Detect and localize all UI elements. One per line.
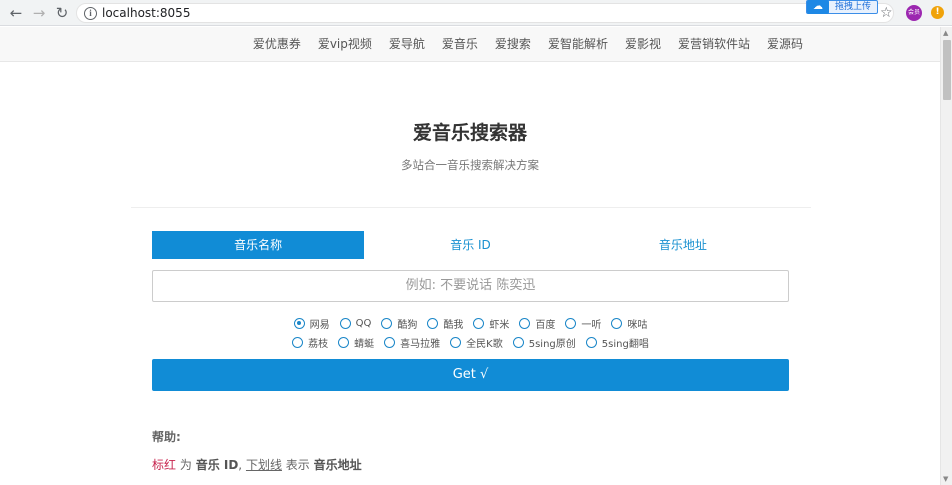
help-comma: ,: [238, 458, 243, 472]
source-radio-label: 一听: [581, 320, 602, 331]
site-navbar: 爱优惠券 爱vip视频 爱导航 爱音乐 爱搜索 爱智能解析 爱影视 爱营销软件站 爱源码: [0, 27, 940, 62]
source-radio[interactable]: 咪咕: [611, 316, 647, 331]
help-means: 表示: [285, 458, 310, 472]
scrollbar-thumb[interactable]: [943, 40, 951, 100]
source-radio-label: 酷狗: [397, 320, 418, 331]
search-mode-tabs: 音乐名称 音乐 ID 音乐地址: [152, 231, 789, 259]
nav-item[interactable]: 爱导航: [389, 27, 425, 62]
nav-item[interactable]: 爱智能解析: [548, 27, 608, 62]
divider: [131, 207, 811, 208]
source-radio-label: QQ: [355, 318, 372, 329]
source-radio-label: 喜马拉雅: [400, 339, 441, 350]
source-radio[interactable]: 蜻蜓: [338, 335, 374, 350]
source-radio-label: 酷我: [443, 320, 464, 331]
radio-circle-icon[interactable]: [427, 318, 439, 329]
help-title: 帮助:: [152, 430, 181, 444]
back-icon[interactable]: ←: [7, 4, 25, 22]
page-subtitle: 多站合一音乐搜索解决方案: [401, 158, 539, 172]
radio-circle-icon[interactable]: [473, 318, 485, 329]
source-radio-label: 蜻蜓: [354, 339, 375, 350]
browser-toolbar: ← → ↻ i localhost:8055 ☁ 拖拽上传 ☆ 会员 !: [0, 0, 952, 26]
nav-item[interactable]: 爱营销软件站: [678, 27, 750, 62]
radio-circle-icon[interactable]: [565, 318, 577, 329]
update-alert-icon[interactable]: !: [931, 6, 944, 19]
upload-extension-button[interactable]: ☁ 拖拽上传: [806, 0, 878, 14]
radio-circle-icon[interactable]: [519, 318, 531, 329]
radio-circle-icon[interactable]: [381, 318, 393, 329]
nav-menu: 爱优惠券 爱vip视频 爱导航 爱音乐 爱搜索 爱智能解析 爱影视 爱营销软件站 爱源码: [236, 27, 803, 62]
url-text: localhost:8055: [102, 6, 191, 20]
upload-extension-label: 拖拽上传: [835, 2, 872, 12]
source-radio[interactable]: 荔枝: [292, 335, 328, 350]
nav-item[interactable]: 爱源码: [767, 27, 803, 62]
help-music-id: 音乐 ID: [195, 458, 239, 472]
help-text: 标红 为 音乐 ID, 下划线 表示 音乐地址: [152, 456, 362, 473]
tab-music-id[interactable]: 音乐 ID: [364, 231, 576, 259]
tab-music-name[interactable]: 音乐名称: [152, 231, 365, 259]
radio-circle-icon[interactable]: [339, 318, 351, 329]
info-icon[interactable]: i: [84, 7, 97, 20]
source-radio-label: 5sing原创: [528, 339, 576, 350]
radio-circle-icon[interactable]: [585, 337, 597, 348]
source-radio-label: 5sing翻唱: [601, 339, 649, 350]
source-radio[interactable]: 酷我: [427, 316, 463, 331]
source-radio[interactable]: 5sing原创: [512, 335, 576, 350]
search-input[interactable]: 例如: 不要说话 陈奕迅: [152, 270, 789, 302]
source-radio-label: 全民K歌: [466, 339, 503, 350]
source-radio-label: 网易: [309, 320, 330, 331]
source-radio-group-row1: 网易 QQ 酷狗 酷我 虾米 百度 一听 咪咕: [152, 316, 789, 331]
source-radio[interactable]: 百度: [519, 316, 555, 331]
source-radio-label: 咪咕: [627, 320, 648, 331]
reload-icon[interactable]: ↻: [53, 4, 71, 22]
source-radio[interactable]: 网易: [293, 316, 330, 331]
source-radio[interactable]: 一听: [565, 316, 601, 331]
radio-circle-icon[interactable]: [611, 318, 623, 329]
help-is: 为: [179, 458, 192, 472]
source-radio[interactable]: 酷狗: [381, 316, 417, 331]
source-radio[interactable]: QQ: [339, 316, 372, 331]
nav-item[interactable]: 爱优惠券: [253, 27, 301, 62]
source-radio[interactable]: 喜马拉雅: [384, 335, 440, 350]
bookmark-star-icon[interactable]: ☆: [880, 5, 893, 21]
radio-circle-icon[interactable]: [512, 337, 524, 348]
forward-icon[interactable]: →: [30, 4, 48, 22]
source-radio[interactable]: 5sing翻唱: [585, 335, 649, 350]
nav-item[interactable]: 爱vip视频: [318, 27, 372, 62]
nav-item[interactable]: 爱影视: [625, 27, 661, 62]
tab-music-url[interactable]: 音乐地址: [577, 231, 789, 259]
nav-item[interactable]: 爱搜索: [495, 27, 531, 62]
radio-circle-icon[interactable]: [338, 337, 350, 348]
nav-item[interactable]: 爱音乐: [442, 27, 478, 62]
page-scrollbar[interactable]: ▲ ▼: [940, 27, 952, 485]
scroll-down-arrow-icon[interactable]: ▼: [943, 475, 948, 483]
radio-circle-icon[interactable]: [293, 318, 305, 329]
source-radio-label: 虾米: [489, 320, 510, 331]
scroll-up-arrow-icon[interactable]: ▲: [943, 29, 948, 37]
source-radio[interactable]: 全民K歌: [450, 335, 503, 350]
source-radio-label: 荔枝: [308, 339, 329, 350]
help-underline-word: 下划线: [245, 458, 282, 472]
address-bar[interactable]: i localhost:8055: [76, 3, 894, 23]
radio-circle-icon[interactable]: [292, 337, 304, 348]
get-button[interactable]: Get √: [152, 359, 789, 391]
source-radio-label: 百度: [535, 320, 556, 331]
cloud-icon: ☁: [807, 0, 829, 14]
source-radio[interactable]: 虾米: [473, 316, 509, 331]
radio-circle-icon[interactable]: [384, 337, 396, 348]
page-title: 爱音乐搜索器: [412, 122, 527, 144]
help-music-url: 音乐地址: [313, 458, 362, 472]
profile-avatar[interactable]: 会员: [906, 5, 922, 21]
source-radio-group-row2: 荔枝 蜻蜓 喜马拉雅 全民K歌 5sing原创 5sing翻唱: [152, 335, 789, 350]
help-red-word: 标红: [152, 458, 177, 472]
radio-circle-icon[interactable]: [450, 337, 462, 348]
